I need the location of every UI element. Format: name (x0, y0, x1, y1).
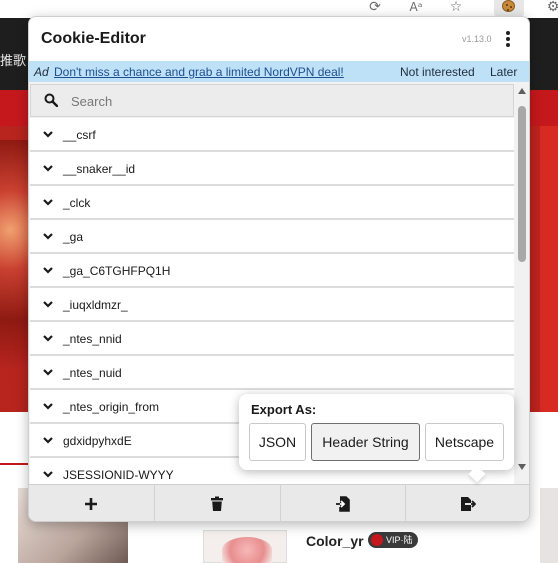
export-menu: Export As: JSON Header String Netscape (239, 394, 514, 470)
cookie-name: _ga (63, 230, 84, 244)
ad-link[interactable]: Don't miss a chance and grab a limited N… (54, 65, 344, 79)
cookie-editor-extension-button[interactable] (494, 0, 524, 17)
chevron-down-icon (43, 165, 53, 172)
cookie-name: JSESSIONID-WYYY (63, 468, 174, 482)
album-thumbnail[interactable] (203, 530, 287, 563)
scroll-down-arrow-icon[interactable] (518, 464, 526, 470)
not-interested-button[interactable]: Not interested (400, 65, 475, 79)
cookie-row[interactable]: __snaker__id (30, 152, 514, 186)
hero-edge (540, 126, 558, 412)
favorite-star-icon[interactable]: ☆ (447, 0, 465, 16)
cookie-row[interactable]: __csrf (30, 118, 514, 152)
chevron-down-icon (43, 369, 53, 376)
add-icon (85, 498, 97, 510)
cookie-name: _ntes_nnid (63, 332, 122, 346)
sync-icon[interactable]: ⟳ (366, 0, 384, 16)
cookie-row[interactable]: _ga_C6TGHFPQ1H (30, 254, 514, 288)
scroll-up-arrow-icon[interactable] (518, 88, 526, 94)
version-label: v1.13.0 (462, 34, 492, 44)
export-button[interactable] (405, 485, 529, 521)
cookie-name: _iuqxldmzr_ (63, 298, 128, 312)
user-name[interactable]: Color_yr (306, 533, 364, 549)
chevron-down-icon (43, 199, 53, 206)
cookie-row[interactable]: _ga (30, 220, 514, 254)
cookie-name: _ntes_nuid (63, 366, 122, 380)
ad-banner: Ad Don't miss a chance and grab a limite… (29, 61, 529, 82)
cookie-list-scrollbar[interactable] (515, 84, 529, 484)
cookie-name: __snaker__id (63, 162, 136, 176)
cookie-name: _clck (63, 196, 91, 210)
dot (506, 37, 510, 41)
dot (506, 43, 510, 47)
ad-label: Ad (34, 65, 49, 79)
search-icon (44, 93, 58, 107)
action-bar (29, 484, 529, 521)
side-panel-edge (540, 488, 558, 563)
cookie-row[interactable]: _iuqxldmzr_ (30, 288, 514, 322)
section-accent-line (0, 463, 28, 465)
chevron-down-icon (43, 267, 53, 274)
chevron-down-icon (43, 301, 53, 308)
settings-gear-icon[interactable]: ⚙ (544, 0, 558, 16)
chevron-down-icon (43, 131, 53, 138)
chevron-down-icon (43, 403, 53, 410)
export-netscape-button[interactable]: Netscape (425, 423, 504, 461)
export-icon (461, 497, 476, 511)
chevron-down-icon (43, 437, 53, 444)
more-options-icon[interactable] (499, 30, 517, 48)
cookie-row[interactable]: _ntes_nuid (30, 356, 514, 390)
popup-header: Cookie-Editor v1.13.0 (29, 17, 529, 61)
later-button[interactable]: Later (490, 65, 517, 79)
cookie-row[interactable]: _clck (30, 186, 514, 220)
site-nav-text[interactable]: 推歌 (0, 50, 26, 69)
dot (506, 31, 510, 35)
cookie-name: _ga_C6TGHFPQ1H (63, 264, 171, 278)
export-header-string-button[interactable]: Header String (311, 423, 420, 461)
scrollbar-thumb[interactable] (518, 106, 526, 262)
export-json-button[interactable]: JSON (249, 423, 306, 461)
chevron-down-icon (43, 471, 53, 478)
trash-icon (211, 496, 223, 511)
read-aloud-icon[interactable]: Aᵃ (407, 0, 425, 16)
cookie-name: gdxidpyhxdE (63, 434, 132, 448)
delete-all-button[interactable] (154, 485, 280, 521)
cookie-name: _ntes_origin_from (63, 400, 160, 414)
import-icon (336, 496, 350, 512)
chevron-down-icon (43, 233, 53, 240)
search-input[interactable] (71, 91, 501, 111)
cookie-row[interactable]: _ntes_nnid (30, 322, 514, 356)
export-menu-title: Export As: (251, 402, 317, 417)
vip-badge: VIP·陆 (368, 532, 418, 548)
search-bar (30, 84, 514, 117)
add-cookie-button[interactable] (29, 485, 154, 521)
popup-title: Cookie-Editor (41, 30, 146, 47)
import-button[interactable] (280, 485, 405, 521)
chevron-down-icon (43, 335, 53, 342)
cookie-icon (502, 0, 515, 12)
thumbnail-art (222, 537, 272, 563)
cookie-name: __csrf (63, 128, 96, 142)
